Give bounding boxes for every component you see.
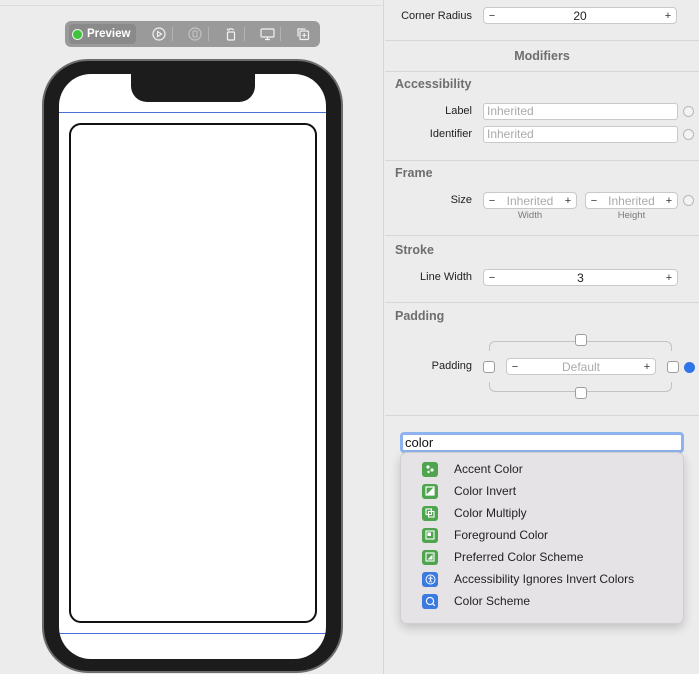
preview-label: Preview — [87, 28, 131, 40]
duplicate-button[interactable] — [291, 24, 316, 44]
decrement-button[interactable]: − — [484, 272, 500, 284]
accessibility-identifier-radio[interactable] — [683, 129, 694, 140]
suggestion-color-multiply[interactable]: Color Multiply — [401, 502, 685, 524]
frame-height-value[interactable]: Inherited — [602, 194, 661, 208]
corner-radius-value[interactable]: 20 — [500, 9, 660, 23]
modifiers-header: Modifiers — [514, 49, 570, 63]
line-width-value[interactable]: 3 — [500, 271, 661, 285]
padding-bottom-checkbox[interactable] — [575, 387, 587, 399]
safe-area-top-guide — [59, 112, 326, 113]
toolbar-separator — [279, 27, 281, 41]
duplicate-icon — [297, 28, 310, 41]
frame-width-stepper[interactable]: − Inherited + — [483, 192, 577, 209]
padding-stepper[interactable]: − Default + — [506, 358, 656, 375]
suggestion-accent-color[interactable]: Accent Color — [401, 458, 685, 480]
section-divider — [385, 160, 699, 161]
accessibility-icon — [422, 571, 438, 587]
accessibility-identifier-field[interactable]: Inherited — [483, 126, 678, 143]
foreground-color-icon — [422, 527, 438, 543]
line-width-stepper[interactable]: − 3 + — [483, 269, 678, 286]
rotate-button[interactable] — [219, 24, 244, 44]
frame-section-title: Frame — [395, 166, 433, 180]
section-divider — [385, 40, 699, 41]
preview-button[interactable]: Preview — [69, 24, 137, 44]
corner-radius-stepper[interactable]: − 20 + — [483, 7, 677, 24]
color-scheme-icon — [422, 593, 438, 609]
suggestion-label: Foreground Color — [454, 528, 549, 542]
frame-width-caption: Width — [517, 210, 543, 221]
toolbar-separator — [207, 27, 209, 41]
suggestion-label: Color Invert — [454, 484, 517, 498]
accent-color-icon — [422, 461, 438, 477]
rotate-icon — [226, 28, 236, 41]
increment-button[interactable]: + — [560, 195, 576, 207]
add-modifier-search-field[interactable]: color — [400, 432, 684, 453]
accessibility-label-label: Label — [445, 105, 472, 117]
accessibility-label-radio[interactable] — [683, 106, 694, 117]
stroke-section-title: Stroke — [395, 243, 434, 257]
decrement-button[interactable]: − — [484, 195, 500, 207]
increment-button[interactable]: + — [639, 361, 655, 373]
decrement-button[interactable]: − — [507, 361, 523, 373]
padding-leading-checkbox[interactable] — [483, 361, 495, 373]
display-icon — [260, 28, 275, 41]
section-divider — [385, 415, 699, 416]
suggestion-accessibility-ignores-invert-colors[interactable]: Accessibility Ignores Invert Colors — [401, 568, 685, 590]
decrement-button[interactable]: − — [484, 10, 500, 22]
padding-label: Padding — [431, 360, 472, 372]
corner-radius-label: Corner Radius — [401, 10, 472, 22]
device-screen[interactable] — [59, 74, 326, 659]
padding-value[interactable]: Default — [523, 360, 639, 374]
iphone-device-frame — [42, 59, 343, 673]
color-invert-icon — [422, 483, 438, 499]
increment-button[interactable]: + — [661, 272, 677, 284]
device-settings-button[interactable] — [255, 24, 280, 44]
accessibility-section-title: Accessibility — [395, 77, 472, 91]
section-divider — [385, 71, 699, 72]
accessibility-label-field[interactable]: Inherited — [483, 103, 678, 120]
frame-width-value[interactable]: Inherited — [500, 194, 560, 208]
suggestion-label: Preferred Color Scheme — [454, 550, 584, 564]
canvas-top-divider — [0, 5, 384, 6]
line-width-label: Line Width — [420, 271, 472, 283]
increment-button[interactable]: + — [661, 195, 677, 207]
section-divider — [385, 302, 699, 303]
play-circle-icon — [152, 27, 166, 41]
preview-status-dot — [72, 28, 83, 40]
rounded-rectangle-shape[interactable] — [69, 123, 317, 623]
suggestion-color-invert[interactable]: Color Invert — [401, 480, 685, 502]
live-preview-button[interactable] — [146, 24, 171, 44]
suggestion-label: Color Scheme — [454, 594, 531, 608]
padding-top-checkbox[interactable] — [575, 334, 587, 346]
suggestion-label: Accessibility Ignores Invert Colors — [454, 572, 635, 586]
frame-size-radio[interactable] — [683, 195, 694, 206]
frame-size-label: Size — [450, 194, 472, 206]
frame-height-stepper[interactable]: − Inherited + — [585, 192, 678, 209]
section-divider — [385, 235, 699, 236]
inspect-icon — [188, 27, 202, 41]
toolbar-separator — [243, 27, 245, 41]
frame-height-caption: Height — [617, 210, 646, 221]
increment-button[interactable]: + — [660, 10, 676, 22]
decrement-button[interactable]: − — [586, 195, 602, 207]
color-multiply-icon — [422, 505, 438, 521]
modifier-suggestions-popup: Accent Color Color Invert Color Multiply… — [400, 452, 684, 624]
attributes-inspector: Corner Radius − 20 + Modifiers Accessibi… — [385, 0, 699, 674]
accessibility-identifier-label: Identifier — [429, 128, 472, 140]
preview-toolbar: Preview — [65, 21, 320, 47]
padding-radio[interactable] — [684, 362, 695, 373]
suggestion-color-scheme[interactable]: Color Scheme — [401, 590, 685, 612]
inspect-button[interactable] — [183, 24, 208, 44]
suggestion-foreground-color[interactable]: Foreground Color — [401, 524, 685, 546]
safe-area-bottom-guide — [59, 633, 326, 634]
padding-trailing-checkbox[interactable] — [667, 361, 679, 373]
device-notch — [131, 74, 255, 102]
toolbar-separator — [171, 27, 173, 41]
suggestion-preferred-color-scheme[interactable]: Preferred Color Scheme — [401, 546, 685, 568]
preferred-color-scheme-icon — [422, 549, 438, 565]
preview-canvas[interactable]: Preview — [0, 0, 384, 674]
suggestion-label: Accent Color — [454, 462, 523, 476]
suggestion-label: Color Multiply — [454, 506, 527, 520]
padding-section-title: Padding — [395, 309, 445, 323]
